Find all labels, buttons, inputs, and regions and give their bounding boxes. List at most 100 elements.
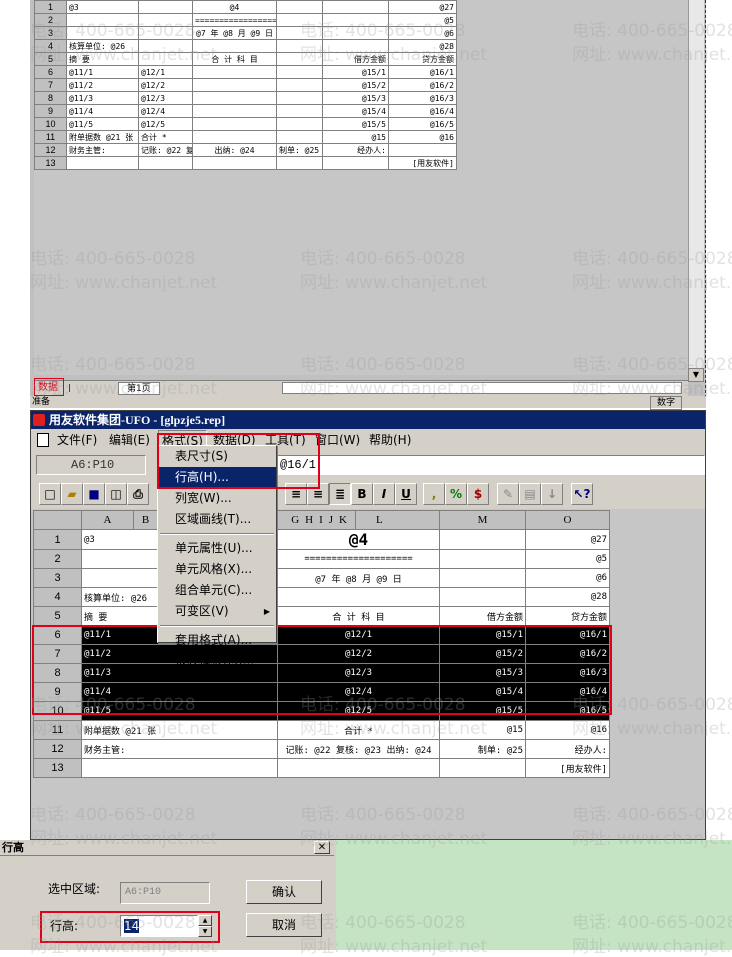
menu-item-col-width[interactable]: 列宽(W)... <box>158 488 276 509</box>
top-cell[interactable]: 摘 要 <box>66 52 139 66</box>
row-header[interactable]: 12 <box>34 143 67 157</box>
menu-window[interactable]: 窗口(W) <box>315 429 360 451</box>
menu-edit[interactable]: 编辑(E) <box>109 429 150 451</box>
grid-cell-o[interactable] <box>439 758 526 778</box>
grid-cell-p[interactable]: 经办人: <box>525 739 610 759</box>
top-cell[interactable]: 经办人: <box>322 143 389 157</box>
grid-cell-left[interactable] <box>81 758 278 778</box>
top-cell[interactable] <box>276 52 323 66</box>
grid-cell-mid[interactable]: 合 计 科 目 <box>277 606 440 626</box>
top-cell[interactable] <box>322 39 389 53</box>
col-header[interactable]: A <box>81 510 134 530</box>
top-cell[interactable] <box>276 156 323 170</box>
preview-icon[interactable]: ◫ <box>105 483 127 505</box>
top-cell[interactable]: @15/2 <box>322 78 389 92</box>
menu-item-cell-style[interactable]: 单元风格(X)... <box>158 559 276 580</box>
bold-button[interactable]: B <box>351 483 373 505</box>
row-header[interactable]: 3 <box>33 568 82 588</box>
top-cell[interactable] <box>388 143 457 157</box>
top-cell[interactable] <box>192 156 277 170</box>
grid-cell-mid[interactable]: 记账: @22 复核: @23 出纳: @24 <box>277 739 440 759</box>
row-header[interactable]: 2 <box>33 549 82 569</box>
top-cell[interactable] <box>276 78 323 92</box>
menu-file[interactable]: 文件(F) <box>57 429 97 451</box>
top-cell[interactable]: [用友软件] <box>388 156 457 170</box>
grid-cell-p[interactable]: @6 <box>525 568 610 588</box>
top-cell[interactable]: @7 年 @8 月 @9 日 <box>192 26 277 40</box>
tab-nav-buttons[interactable]: |◄◄►►| <box>68 382 114 404</box>
sum-icon[interactable]: ▤ <box>519 483 541 505</box>
top-cell[interactable]: @16/5 <box>388 117 457 131</box>
row-header[interactable]: 13 <box>33 758 82 778</box>
top-cell[interactable] <box>138 156 193 170</box>
top-cell[interactable]: @12/5 <box>138 117 193 131</box>
top-cell[interactable]: 出纳: @24 <box>192 143 277 157</box>
row-header[interactable]: 8 <box>34 91 67 105</box>
grid-cell-mid[interactable]: ==================== <box>277 549 440 569</box>
row-header[interactable]: 3 <box>34 26 67 40</box>
top-cell[interactable]: @3 <box>66 0 139 14</box>
row-header[interactable]: 7 <box>34 78 67 92</box>
grid-cell-o[interactable] <box>439 529 526 550</box>
top-vscroll-down[interactable]: ▼ <box>688 368 704 382</box>
col-header[interactable]: B <box>133 510 158 530</box>
top-cell[interactable] <box>138 0 193 14</box>
grid-cell-mid[interactable]: @7 年 @8 月 @9 日 <box>277 568 440 588</box>
top-cell[interactable]: 附单据数 @21 张 <box>66 130 139 144</box>
currency-button[interactable]: $ <box>467 483 489 505</box>
menu-item-variable-area[interactable]: 可变区(V) ▶ <box>158 601 276 622</box>
top-cell[interactable] <box>192 78 277 92</box>
row-header[interactable]: 5 <box>33 606 82 626</box>
top-hscroll[interactable] <box>282 382 682 394</box>
italic-button[interactable]: I <box>373 483 395 505</box>
corner-cell[interactable] <box>33 510 82 530</box>
underline-button[interactable]: U <box>395 483 417 505</box>
top-cell[interactable]: ==================== <box>192 13 277 27</box>
grid-cell-p[interactable]: @16 <box>525 720 610 740</box>
top-cell[interactable] <box>192 65 277 79</box>
top-cell[interactable] <box>192 91 277 105</box>
grid-cell-left[interactable]: 财务主管: <box>81 739 278 759</box>
top-cell[interactable]: @16/1 <box>388 65 457 79</box>
top-cell[interactable]: @16 <box>388 130 457 144</box>
percent-button[interactable]: % <box>445 483 467 505</box>
grid-cell-mid[interactable] <box>277 758 440 778</box>
top-cell[interactable]: @6 <box>388 26 457 40</box>
top-cell[interactable]: @12/1 <box>138 65 193 79</box>
row-header[interactable]: 6 <box>34 65 67 79</box>
menu-item-draw-lines[interactable]: 区域画线(T)... <box>158 509 276 530</box>
top-cell[interactable]: @15/1 <box>322 65 389 79</box>
top-cell[interactable]: @12/4 <box>138 104 193 118</box>
top-cell[interactable]: @16/4 <box>388 104 457 118</box>
help-pointer-icon[interactable]: ↖? <box>571 483 593 505</box>
dialog-close-button[interactable]: ✕ <box>314 841 330 854</box>
top-cell[interactable] <box>192 39 277 53</box>
top-cell[interactable] <box>276 13 323 27</box>
top-cell[interactable]: @11/5 <box>66 117 139 131</box>
grid-cell-o[interactable]: 借方金额 <box>439 606 526 626</box>
row-header[interactable]: 10 <box>34 117 67 131</box>
top-cell[interactable] <box>66 156 139 170</box>
top-cell[interactable]: @5 <box>388 13 457 27</box>
top-cell[interactable]: @15/4 <box>322 104 389 118</box>
row-header[interactable]: 1 <box>33 529 82 550</box>
top-cell[interactable] <box>322 0 389 14</box>
sort-icon[interactable]: ↓ <box>541 483 563 505</box>
top-cell[interactable]: 记账: @22 复核: @23 <box>138 143 193 157</box>
grid-cell-o[interactable]: 制单: @25 <box>439 739 526 759</box>
top-cell[interactable]: 合计 * <box>138 130 193 144</box>
top-cell[interactable]: 贷方金额 <box>388 52 457 66</box>
row-header[interactable]: 5 <box>34 52 67 66</box>
save-icon[interactable]: ■ <box>83 483 105 505</box>
top-cell[interactable] <box>276 0 323 14</box>
ok-button[interactable]: 确认 <box>246 880 322 904</box>
menu-item-merge-cells[interactable]: 组合单元(C)... <box>158 580 276 601</box>
grid-cell-p[interactable]: @28 <box>525 587 610 607</box>
top-cell[interactable]: @11/1 <box>66 65 139 79</box>
grid-cell-o[interactable]: @15 <box>439 720 526 740</box>
row-header[interactable]: 1 <box>34 0 67 14</box>
menu-item-cell-props[interactable]: 单元属性(U)... <box>158 538 276 559</box>
row-header[interactable]: 4 <box>33 587 82 607</box>
grid-cell-mid[interactable]: @4 <box>277 529 440 550</box>
row-header[interactable]: 11 <box>33 720 82 740</box>
